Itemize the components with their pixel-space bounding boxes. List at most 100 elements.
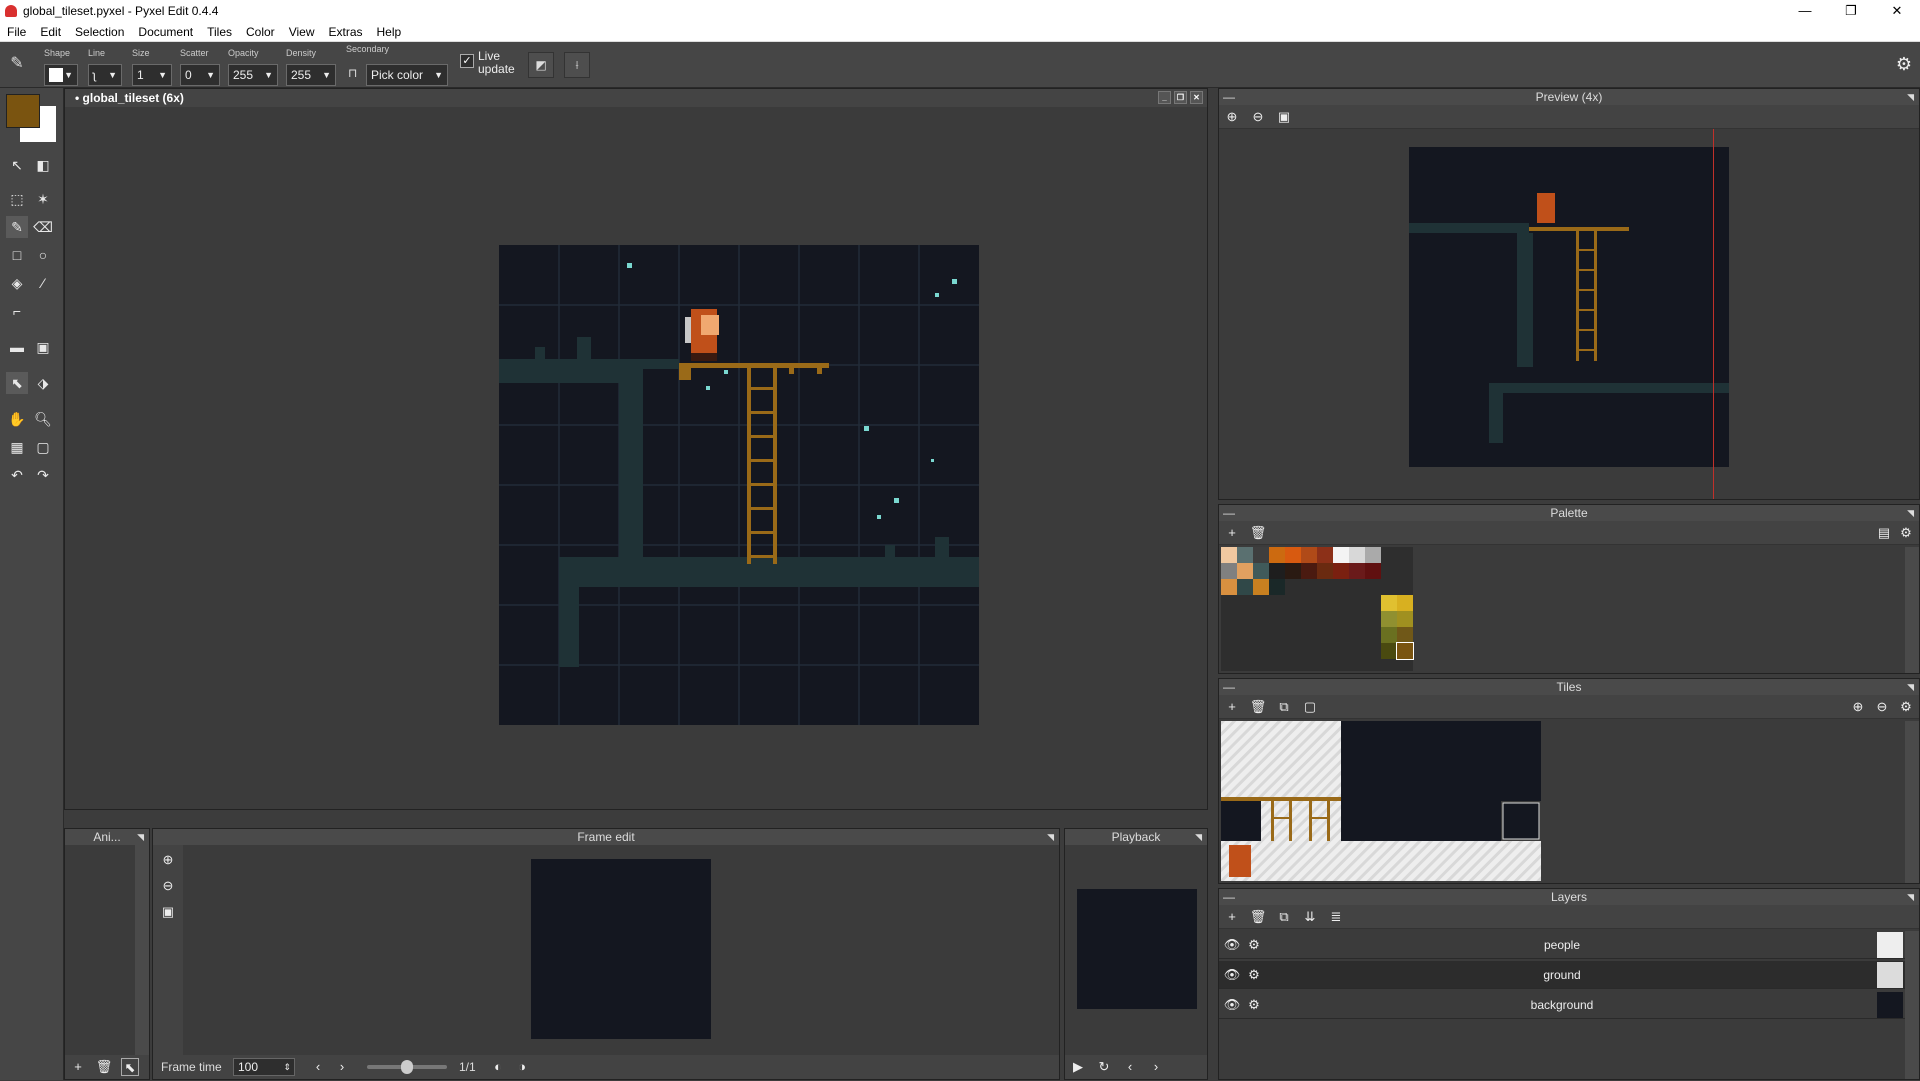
- density-select[interactable]: 255 ▼: [286, 64, 336, 86]
- preview-canvas[interactable]: [1219, 129, 1919, 499]
- line-select[interactable]: ʅ ▼: [88, 64, 122, 86]
- frame-zoom-out-icon[interactable]: ⊖: [159, 877, 177, 895]
- onion-skin-prev-icon[interactable]: ◐: [489, 1058, 507, 1076]
- palette-add-icon[interactable]: +: [1223, 524, 1241, 542]
- layers-scrollbar[interactable]: [1905, 931, 1919, 1079]
- step-forward-icon[interactable]: ›: [1147, 1058, 1165, 1076]
- layers-pin-icon[interactable]: ◥: [1907, 889, 1914, 905]
- tiles-zoom-in-icon[interactable]: ⊕: [1849, 698, 1867, 716]
- magic-wand-icon[interactable]: ✶: [32, 188, 54, 210]
- preview-zoom-in-icon[interactable]: ⊕: [1223, 108, 1241, 126]
- palette-swatch[interactable]: [1381, 611, 1397, 627]
- palette-swatch[interactable]: [1397, 627, 1413, 643]
- preview-fit-icon[interactable]: ▣: [1275, 108, 1293, 126]
- onion-skin-next-icon[interactable]: ◑: [513, 1058, 531, 1076]
- palette-swatch[interactable]: [1221, 547, 1237, 563]
- tiles-add-icon[interactable]: +: [1223, 698, 1241, 716]
- frame-edit-pin-icon[interactable]: ◥: [1047, 829, 1054, 845]
- animation-delete-icon[interactable]: 🗑︎: [95, 1058, 113, 1076]
- menu-color[interactable]: Color: [239, 25, 282, 39]
- canvas-area[interactable]: [65, 107, 1207, 809]
- menu-extras[interactable]: Extras: [321, 25, 369, 39]
- palette-swatch[interactable]: [1381, 595, 1397, 611]
- palette-swatch[interactable]: [1253, 579, 1269, 595]
- frame-slider[interactable]: [367, 1060, 447, 1074]
- frame-fit-icon[interactable]: ▣: [159, 903, 177, 921]
- minimize-button[interactable]: —: [1782, 0, 1828, 22]
- settings-gear-icon[interactable]: ⚙: [1896, 54, 1912, 75]
- scatter-select[interactable]: 0 ▼: [180, 64, 220, 86]
- tiles-settings-icon[interactable]: ⚙: [1897, 698, 1915, 716]
- layer-row-background[interactable]: 👁︎ ⚙ background: [1219, 991, 1905, 1019]
- palette-collapse-icon[interactable]: —: [1223, 505, 1235, 521]
- doc-close-button[interactable]: ✕: [1190, 91, 1203, 104]
- tiles-pin-icon[interactable]: ◥: [1907, 679, 1914, 695]
- frame-preview[interactable]: [531, 859, 711, 1039]
- rect-select-icon[interactable]: ⬚: [6, 188, 28, 210]
- menu-tiles[interactable]: Tiles: [200, 25, 239, 39]
- menu-view[interactable]: View: [282, 25, 322, 39]
- frame-time-input[interactable]: 100 ⇕: [233, 1058, 295, 1076]
- shape-select[interactable]: ▼: [44, 64, 78, 86]
- layer-merge-down-icon[interactable]: ⇊: [1301, 908, 1319, 926]
- palette-swatch[interactable]: [1301, 563, 1317, 579]
- eye-icon[interactable]: 👁︎: [1223, 966, 1241, 984]
- palette-swatch[interactable]: [1365, 563, 1381, 579]
- palette-grid[interactable]: [1221, 547, 1414, 671]
- frame-slider-thumb[interactable]: [401, 1060, 413, 1074]
- tiles-clear-icon[interactable]: ▢: [1301, 698, 1319, 716]
- live-update-checkbox[interactable]: ✓: [460, 54, 474, 68]
- menu-file[interactable]: File: [0, 25, 33, 39]
- layer-row-people[interactable]: 👁︎ ⚙ people: [1219, 931, 1905, 959]
- transform-icon[interactable]: ⬗: [32, 372, 54, 394]
- document-tab[interactable]: • global_tileset (6x) _ ❐ ✕: [65, 89, 1207, 107]
- palette-swatch[interactable]: [1221, 579, 1237, 595]
- doc-restore-button[interactable]: ❐: [1174, 91, 1187, 104]
- animation-select-icon[interactable]: ⬉: [121, 1058, 139, 1076]
- tile-stamp-icon[interactable]: ▬: [6, 336, 28, 358]
- palette-swatch[interactable]: [1285, 547, 1301, 563]
- redo-icon[interactable]: ↷: [32, 464, 54, 486]
- animations-scrollbar[interactable]: [135, 845, 149, 1055]
- primary-color-swatch[interactable]: [6, 94, 40, 128]
- tile-select-icon[interactable]: ▣: [32, 336, 54, 358]
- tile-sheet[interactable]: [1221, 721, 1541, 881]
- palette-swatch[interactable]: [1237, 547, 1253, 563]
- palette-swatch[interactable]: [1381, 643, 1397, 659]
- tiles-copy-icon[interactable]: ⧉: [1275, 698, 1293, 716]
- layers-collapse-icon[interactable]: —: [1223, 889, 1235, 905]
- palette-scrollbar[interactable]: [1905, 547, 1919, 673]
- hand-icon[interactable]: ✋: [6, 408, 28, 430]
- undo-icon[interactable]: ↶: [6, 464, 28, 486]
- eye-icon[interactable]: 👁︎: [1223, 936, 1241, 954]
- fill-bucket-icon[interactable]: ◈: [6, 272, 28, 294]
- menu-document[interactable]: Document: [131, 25, 200, 39]
- palette-swatch[interactable]: [1333, 563, 1349, 579]
- palette-swatch[interactable]: [1397, 611, 1413, 627]
- maximize-button[interactable]: ❐: [1828, 0, 1874, 22]
- palette-swatch[interactable]: [1349, 563, 1365, 579]
- tiles-scrollbar[interactable]: [1905, 721, 1919, 883]
- palette-swatch[interactable]: [1365, 547, 1381, 563]
- swap-colors-icon[interactable]: ↖: [6, 154, 28, 176]
- palette-swatch[interactable]: [1221, 563, 1237, 579]
- palette-swatch[interactable]: [1237, 563, 1253, 579]
- doc-minimize-button[interactable]: _: [1158, 91, 1171, 104]
- color-picker-icon[interactable]: ⁄: [32, 272, 54, 294]
- palette-swatch[interactable]: [1381, 627, 1397, 643]
- preview-zoom-out-icon[interactable]: ⊖: [1249, 108, 1267, 126]
- step-back-icon[interactable]: ‹: [1121, 1058, 1139, 1076]
- pencil-icon[interactable]: ✎: [6, 216, 28, 238]
- grid-icon[interactable]: ▦: [6, 436, 28, 458]
- layer-add-icon[interactable]: +: [1223, 908, 1241, 926]
- pixel-perfect-icon[interactable]: ◩: [528, 52, 554, 78]
- preview-pin-icon[interactable]: ◥: [1907, 89, 1914, 105]
- layer-delete-icon[interactable]: 🗑︎: [1249, 908, 1267, 926]
- palette-swatch[interactable]: [1317, 547, 1333, 563]
- palette-swatch[interactable]: [1333, 547, 1349, 563]
- preview-collapse-icon[interactable]: —: [1223, 89, 1235, 105]
- palette-swatch[interactable]: [1269, 563, 1285, 579]
- menu-selection[interactable]: Selection: [68, 25, 131, 39]
- tiles-zoom-out-icon[interactable]: ⊖: [1873, 698, 1891, 716]
- palette-swatch[interactable]: [1253, 547, 1269, 563]
